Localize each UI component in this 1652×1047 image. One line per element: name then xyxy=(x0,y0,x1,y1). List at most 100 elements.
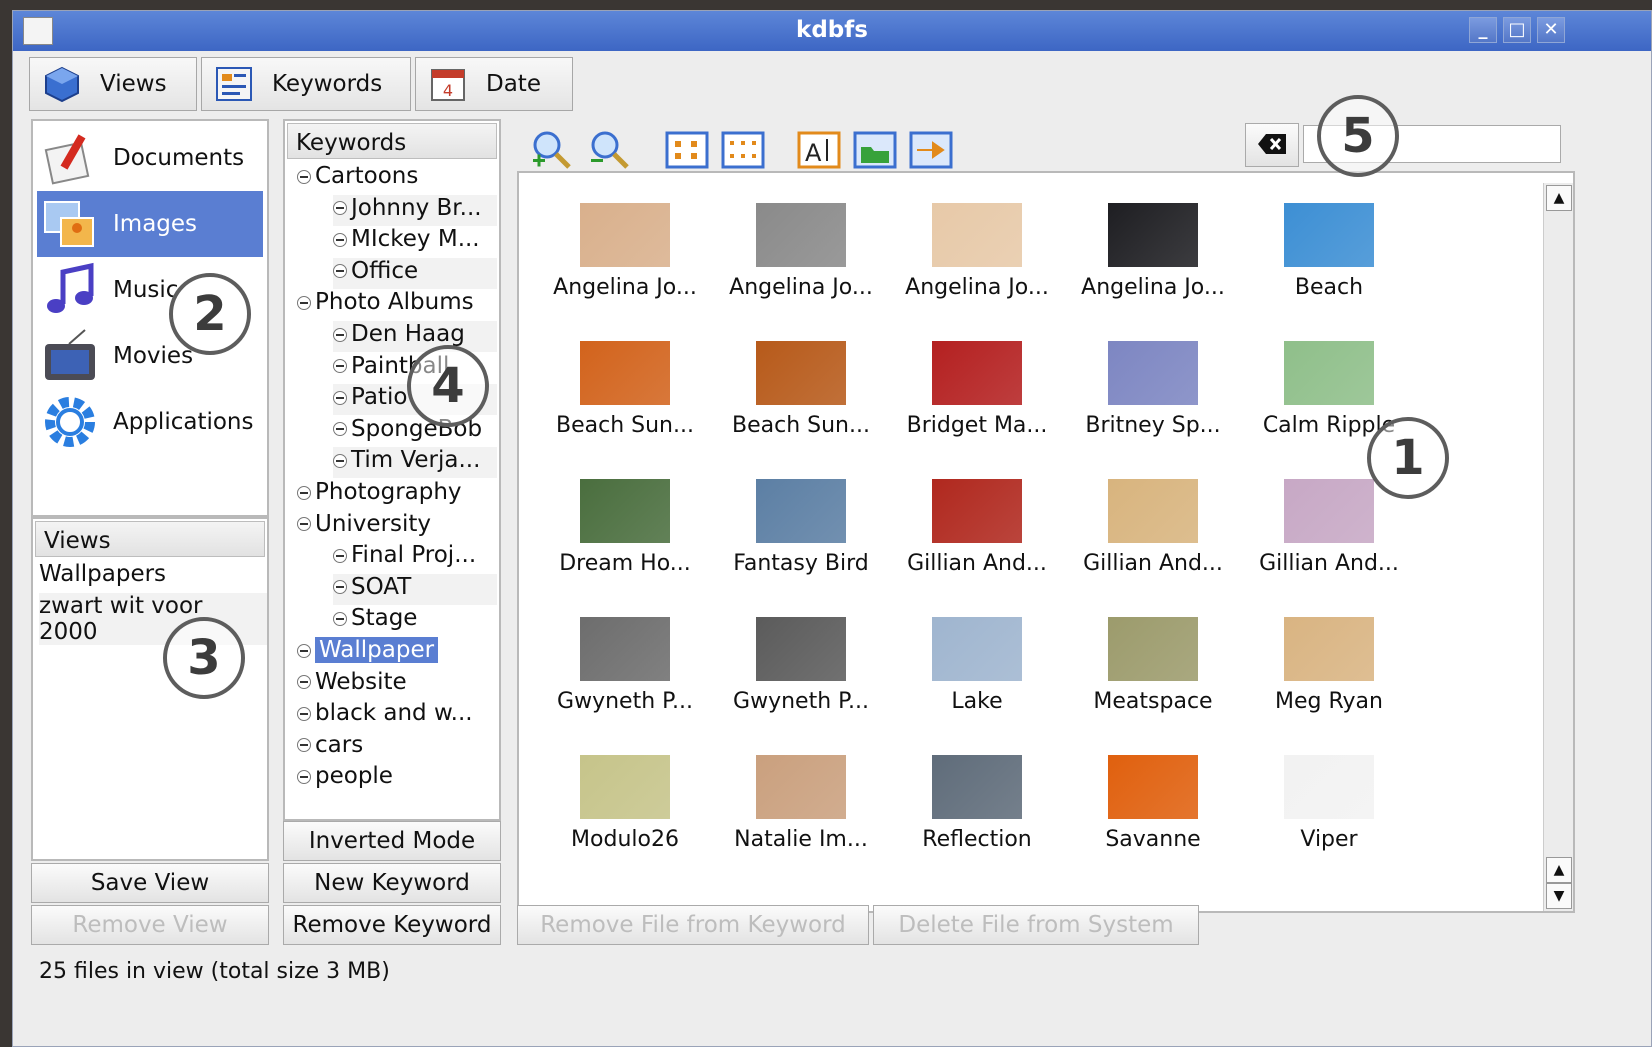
collapse-icon[interactable] xyxy=(333,390,347,405)
file-item[interactable]: Gillian And... xyxy=(1065,459,1241,579)
tree-item[interactable]: Final Proj... xyxy=(333,542,497,573)
tree-item-label: Stage xyxy=(351,605,418,632)
tree-item[interactable]: Office xyxy=(333,257,497,289)
file-item[interactable]: Fantasy Bird xyxy=(713,459,889,579)
collapse-icon[interactable] xyxy=(333,201,347,216)
callout-4: 4 xyxy=(407,345,489,427)
file-thumbnail xyxy=(580,341,670,405)
file-item[interactable]: Dream Ho... xyxy=(537,459,713,579)
category-applications[interactable]: Applications xyxy=(37,389,263,455)
file-label: Angelina Jo... xyxy=(553,275,697,300)
vertical-scrollbar[interactable]: ▲ ▲ ▼ xyxy=(1543,183,1573,911)
tree-item[interactable]: Cartoons xyxy=(297,163,497,194)
tree-item[interactable]: MIckey M... xyxy=(333,226,497,257)
tab-label: Keywords xyxy=(272,71,383,97)
new-keyword-button[interactable]: New Keyword xyxy=(283,863,501,903)
zoom-in-icon[interactable] xyxy=(529,129,573,171)
tree-item[interactable]: Website xyxy=(297,669,497,700)
remove-view-button[interactable]: Remove View xyxy=(31,905,269,945)
file-item[interactable]: Reflection xyxy=(889,735,1065,855)
maximize-button[interactable]: □ xyxy=(1503,17,1531,43)
file-item[interactable]: Gwyneth P... xyxy=(713,597,889,717)
folder-icon[interactable] xyxy=(853,129,897,171)
clear-search-button[interactable] xyxy=(1245,123,1299,167)
tree-item[interactable]: Photography xyxy=(297,479,497,510)
file-item[interactable]: Angelina Jo... xyxy=(537,183,713,303)
tree-item[interactable]: University xyxy=(297,511,497,542)
file-item[interactable]: Britney Sp... xyxy=(1065,321,1241,441)
tree-item-label: black and w... xyxy=(315,700,473,727)
file-item[interactable]: Angelina Jo... xyxy=(889,183,1065,303)
collapse-icon[interactable] xyxy=(297,675,311,690)
large-icons-view-icon[interactable] xyxy=(665,129,709,171)
collapse-icon[interactable] xyxy=(333,548,347,563)
view-item[interactable]: Wallpapers xyxy=(39,561,166,587)
collapse-icon[interactable] xyxy=(333,327,347,342)
file-item[interactable]: Modulo26 xyxy=(537,735,713,855)
delete-file-from-system-button[interactable]: Delete File from System xyxy=(873,905,1199,945)
tree-item[interactable]: Tim Verja... xyxy=(333,447,497,479)
tree-item-label: Johnny Br... xyxy=(351,194,482,221)
collapse-icon[interactable] xyxy=(333,232,347,247)
collapse-icon[interactable] xyxy=(297,295,311,310)
tree-item[interactable]: SpongeBob xyxy=(333,416,497,447)
file-item[interactable]: Gwyneth P... xyxy=(537,597,713,717)
collapse-icon[interactable] xyxy=(333,453,347,468)
file-item[interactable]: Lake xyxy=(889,597,1065,717)
tab-keywords[interactable]: Keywords xyxy=(201,57,411,111)
inverted-mode-button[interactable]: Inverted Mode xyxy=(283,821,501,861)
collapse-icon[interactable] xyxy=(297,517,311,532)
scroll-down-button[interactable]: ▼ xyxy=(1546,883,1572,909)
tree-item[interactable]: Photo Albums xyxy=(297,289,497,320)
collapse-icon[interactable] xyxy=(333,422,347,437)
file-item[interactable]: Angelina Jo... xyxy=(1065,183,1241,303)
tree-item[interactable]: Wallpaper xyxy=(297,637,497,668)
file-item[interactable]: Gillian And... xyxy=(889,459,1065,579)
collapse-icon[interactable] xyxy=(333,264,347,279)
tab-label: Views xyxy=(100,71,167,97)
file-thumbnail xyxy=(580,755,670,819)
scroll-up-button[interactable]: ▲ xyxy=(1546,185,1572,211)
collapse-icon[interactable] xyxy=(333,580,347,595)
tab-date[interactable]: 4 Date xyxy=(415,57,573,111)
collapse-icon[interactable] xyxy=(297,169,311,184)
category-images[interactable]: Images xyxy=(37,191,263,257)
file-item[interactable]: Beach Sun... xyxy=(537,321,713,441)
tree-item[interactable]: cars xyxy=(297,732,497,763)
file-item[interactable]: Bridget Ma... xyxy=(889,321,1065,441)
file-item[interactable]: Natalie Im... xyxy=(713,735,889,855)
file-item[interactable]: Meg Ryan xyxy=(1241,597,1417,717)
minimize-button[interactable]: _ xyxy=(1469,17,1497,43)
remove-keyword-button[interactable]: Remove Keyword xyxy=(283,905,501,945)
rename-icon[interactable]: A xyxy=(797,129,841,171)
collapse-icon[interactable] xyxy=(297,643,311,658)
close-button[interactable]: ✕ xyxy=(1537,17,1565,43)
export-icon[interactable] xyxy=(909,129,953,171)
tree-item[interactable]: people xyxy=(297,763,497,794)
file-item[interactable]: Angelina Jo... xyxy=(713,183,889,303)
zoom-out-icon[interactable] xyxy=(587,129,631,171)
tree-item[interactable]: SOAT xyxy=(333,573,497,605)
tree-item[interactable]: Johnny Br... xyxy=(333,194,497,226)
file-item[interactable]: Savanne xyxy=(1065,735,1241,855)
tree-item[interactable]: Stage xyxy=(333,605,497,636)
save-view-button[interactable]: Save View xyxy=(31,863,269,903)
collapse-icon[interactable] xyxy=(333,611,347,626)
file-item[interactable]: Meatspace xyxy=(1065,597,1241,717)
collapse-icon[interactable] xyxy=(297,738,311,753)
collapse-icon[interactable] xyxy=(297,485,311,500)
tree-item[interactable]: black and w... xyxy=(297,700,497,731)
remove-file-from-keyword-button[interactable]: Remove File from Keyword xyxy=(517,905,869,945)
category-documents[interactable]: Documents xyxy=(37,125,263,191)
file-item[interactable]: Beach Sun... xyxy=(713,321,889,441)
collapse-icon[interactable] xyxy=(297,706,311,721)
tab-views[interactable]: Views xyxy=(29,57,197,111)
file-item[interactable]: Viper xyxy=(1241,735,1417,855)
file-item[interactable]: Beach xyxy=(1241,183,1417,303)
collapse-icon[interactable] xyxy=(333,359,347,374)
collapse-icon[interactable] xyxy=(297,769,311,784)
scroll-up-button[interactable]: ▲ xyxy=(1546,857,1572,883)
tree-item[interactable]: Den Haag xyxy=(333,321,497,352)
file-thumbnail xyxy=(580,203,670,267)
small-icons-view-icon[interactable] xyxy=(721,129,765,171)
